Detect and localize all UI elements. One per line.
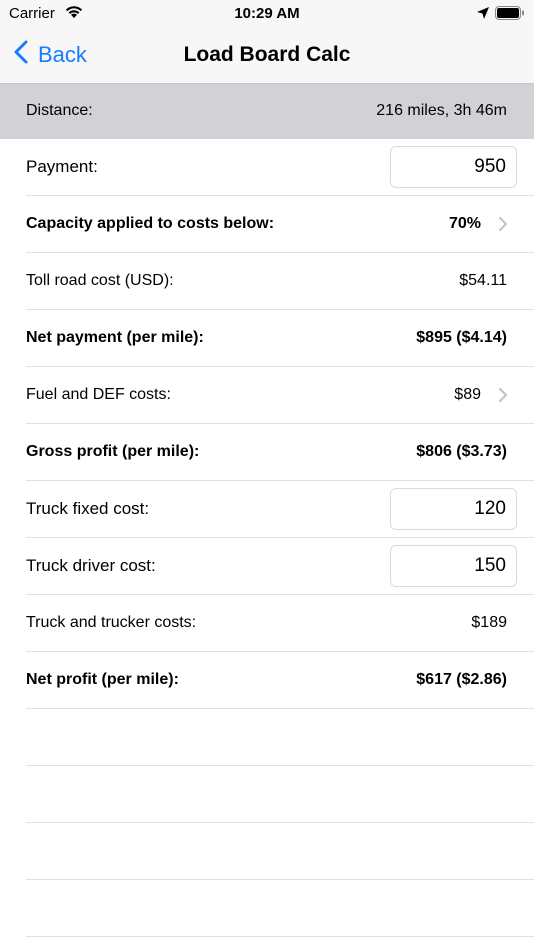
row-net-payment: Net payment (per mile): $895 ($4.14) <box>26 310 534 367</box>
truck-trucker-label: Truck and trucker costs: <box>26 614 197 631</box>
truck-fixed-label: Truck fixed cost: <box>26 499 150 518</box>
distance-value: 216 miles, 3h 46m <box>376 102 507 119</box>
chevron-right-icon <box>498 216 508 237</box>
truck-trucker-value: $189 <box>471 614 507 631</box>
payment-label: Payment: <box>26 157 98 176</box>
page-title: Load Board Calc <box>183 43 351 66</box>
payment-input[interactable] <box>390 146 517 188</box>
location-arrow-icon <box>476 6 490 24</box>
truck-fixed-input[interactable] <box>390 488 517 530</box>
gross-profit-label: Gross profit (per mile): <box>26 443 200 460</box>
capacity-label: Capacity applied to costs below: <box>26 215 275 232</box>
navigation-bar: Back Load Board Calc <box>0 28 534 84</box>
row-payment: Payment: <box>26 139 534 196</box>
empty-row <box>26 766 534 823</box>
fuel-label: Fuel and DEF costs: <box>26 386 171 403</box>
net-payment-value: $895 ($4.14) <box>416 329 507 346</box>
row-toll: Toll road cost (USD): $54.11 <box>26 253 534 310</box>
row-truck-driver: Truck driver cost: <box>26 538 534 595</box>
net-profit-label: Net profit (per mile): <box>26 671 179 688</box>
empty-row <box>26 709 534 766</box>
net-payment-label: Net payment (per mile): <box>26 329 204 346</box>
row-gross-profit: Gross profit (per mile): $806 ($3.73) <box>26 424 534 481</box>
row-net-profit: Net profit (per mile): $617 ($2.86) <box>26 652 534 709</box>
fuel-value: $89 <box>454 386 481 403</box>
calc-table: Payment: Capacity applied to costs below… <box>0 139 534 937</box>
net-profit-value: $617 ($2.86) <box>416 671 507 688</box>
row-capacity[interactable]: Capacity applied to costs below: 70% <box>26 196 534 253</box>
distance-label: Distance: <box>26 102 93 119</box>
toll-value: $54.11 <box>459 272 507 289</box>
distance-header: Distance: 216 miles, 3h 46m <box>0 84 534 139</box>
row-truck-trucker: Truck and trucker costs: $189 <box>26 595 534 652</box>
capacity-value: 70% <box>448 215 481 232</box>
chevron-right-icon <box>498 387 508 408</box>
empty-row <box>26 823 534 880</box>
row-truck-fixed: Truck fixed cost: <box>26 481 534 538</box>
row-fuel[interactable]: Fuel and DEF costs: $89 <box>26 367 534 424</box>
gross-profit-value: $806 ($3.73) <box>416 443 507 460</box>
empty-row <box>26 880 534 937</box>
battery-icon <box>495 6 525 24</box>
status-bar: Carrier 10:29 AM <box>0 0 534 28</box>
truck-driver-input[interactable] <box>390 545 517 587</box>
status-time: 10:29 AM <box>234 5 300 22</box>
toll-label: Toll road cost (USD): <box>26 272 174 289</box>
truck-driver-label: Truck driver cost: <box>26 556 156 575</box>
